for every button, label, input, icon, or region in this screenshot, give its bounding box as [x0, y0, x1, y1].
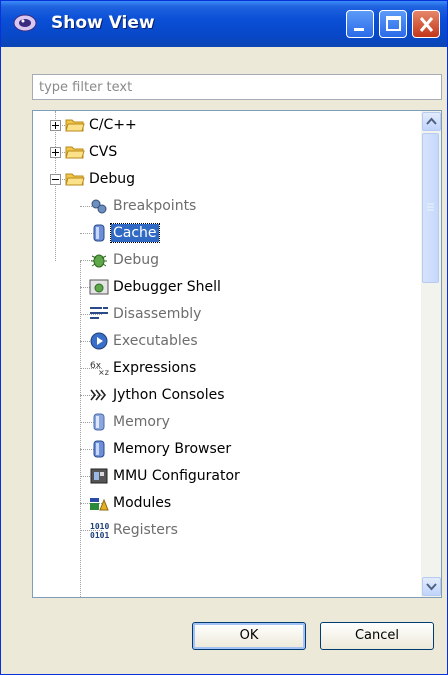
- eclipse-app-icon: [11, 11, 39, 35]
- tree-item-label: Jython Consoles: [113, 387, 225, 403]
- tree-item-jython-consoles[interactable]: Jython Consoles: [33, 382, 422, 409]
- tree-item-executables[interactable]: Executables: [33, 328, 422, 355]
- tree-item-mmu-configurator[interactable]: MMU Configurator: [33, 463, 422, 490]
- scroll-thumb[interactable]: [422, 133, 439, 283]
- executables-icon: [89, 331, 109, 351]
- tree-item-modules[interactable]: Modules: [33, 490, 422, 517]
- mmu-icon: [89, 466, 109, 486]
- tree-item-label: Disassembly: [113, 306, 202, 322]
- close-icon: [419, 17, 434, 32]
- tree-item-debugger-shell[interactable]: Debugger Shell: [33, 274, 422, 301]
- scroll-down-button[interactable]: [422, 577, 441, 596]
- close-button[interactable]: [412, 10, 440, 38]
- svg-text:1010: 1010: [90, 522, 109, 531]
- tree-item-registers[interactable]: 1010 0101 Registers: [33, 517, 422, 544]
- expressions-icon: 6x ×z: [89, 358, 109, 378]
- folder-icon: [65, 142, 85, 162]
- folder-open-icon: [65, 169, 85, 189]
- cancel-button[interactable]: Cancel: [320, 622, 434, 650]
- tree-item-label: Debug: [113, 252, 160, 268]
- memory-browser-icon: [89, 439, 109, 459]
- registers-icon: 1010 0101: [89, 520, 109, 540]
- folder-icon: [65, 115, 85, 135]
- tree-item-label: Memory Browser: [113, 441, 232, 457]
- window-title: Show View: [51, 13, 155, 33]
- tree-item-expressions[interactable]: 6x ×z Expressions: [33, 355, 422, 382]
- vertical-scrollbar[interactable]: [421, 111, 441, 597]
- expand-icon[interactable]: [50, 147, 61, 158]
- tree-item-label: Executables: [113, 333, 198, 349]
- modules-icon: [89, 493, 109, 513]
- tree-content: C/C++ CVS Debug Breakpoints Cache Debug …: [33, 111, 422, 597]
- tree-category-label: Debug: [89, 171, 136, 187]
- tree-item-debug[interactable]: Debug: [33, 247, 422, 274]
- svg-text:×z: ×z: [98, 368, 109, 377]
- jython-icon: [89, 385, 109, 405]
- tree-item-label: Cache: [110, 223, 160, 243]
- cache-icon: [89, 223, 109, 243]
- dialog-body: C/C++ CVS: [4, 47, 444, 671]
- tree-category-label: CVS: [89, 144, 118, 160]
- maximize-icon: [386, 16, 401, 31]
- show-view-dialog: Show View type filter text C/C++ CVS Deb…: [0, 0, 448, 675]
- tree-category-cvs[interactable]: CVS: [33, 139, 422, 166]
- tree-category-debug[interactable]: Debug: [33, 166, 422, 193]
- memory-icon: [89, 412, 109, 432]
- ok-button[interactable]: OK: [192, 622, 306, 650]
- tree-item-label: Debugger Shell: [113, 279, 221, 295]
- scroll-up-button[interactable]: [422, 112, 441, 131]
- tree-category-cpp[interactable]: C/C++: [33, 112, 422, 139]
- tree-item-breakpoints[interactable]: Breakpoints: [33, 193, 422, 220]
- filter-input[interactable]: [32, 74, 442, 100]
- svg-text:0101: 0101: [90, 531, 109, 540]
- collapse-icon[interactable]: [50, 174, 61, 185]
- title-bar[interactable]: Show View: [1, 1, 447, 47]
- tree-item-cache[interactable]: Cache: [33, 220, 422, 247]
- expand-icon[interactable]: [50, 120, 61, 131]
- tree-item-memory-browser[interactable]: Memory Browser: [33, 436, 422, 463]
- tree-item-label: Registers: [113, 522, 178, 538]
- minimize-icon: [354, 28, 364, 31]
- tree-category-label: C/C++: [89, 117, 137, 133]
- minimize-button[interactable]: [346, 10, 374, 38]
- maximize-button[interactable]: [379, 10, 407, 38]
- tree-item-label: Expressions: [113, 360, 197, 376]
- view-tree[interactable]: C/C++ CVS Debug Breakpoints Cache Debug …: [32, 110, 442, 598]
- tree-item-label: MMU Configurator: [113, 468, 240, 484]
- chevron-down-icon: [426, 583, 437, 591]
- debug-bug-icon: [89, 250, 109, 270]
- tree-item-disassembly[interactable]: Disassembly: [33, 301, 422, 328]
- tree-item-label: Memory: [113, 414, 170, 430]
- tree-item-memory[interactable]: Memory: [33, 409, 422, 436]
- breakpoints-icon: [89, 196, 109, 216]
- chevron-up-icon: [426, 117, 437, 125]
- debugger-shell-icon: [89, 277, 109, 297]
- disassembly-icon: [89, 304, 109, 324]
- tree-item-label: Breakpoints: [113, 198, 197, 214]
- tree-item-label: Modules: [113, 495, 172, 511]
